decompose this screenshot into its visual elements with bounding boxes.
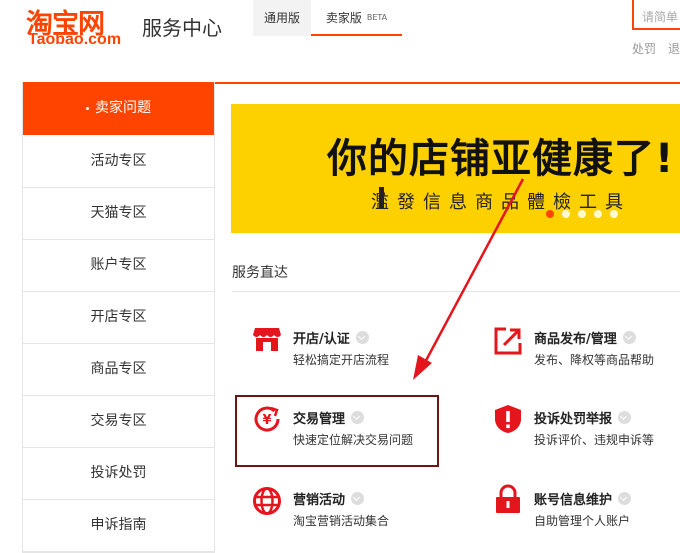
annotation-arrow-icon [413,178,525,380]
